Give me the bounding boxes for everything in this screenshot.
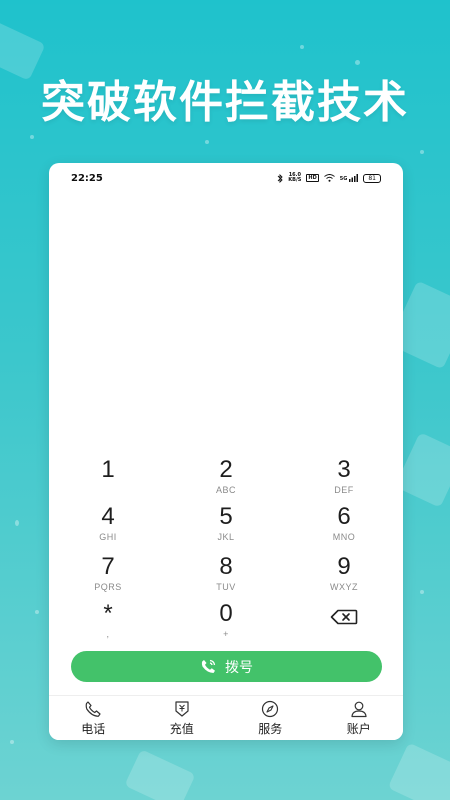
cellular-signal: 5G [340,174,359,182]
bottom-tab-bar: 电话 充值 服务 账户 [49,695,403,740]
dial-keypad: 1 2 ABC 3 DEF 4 GHI 5 JKL 6 MNO 7 PQRS 8… [49,453,403,646]
status-icons: 16.0 KB/S HD 5G 81 [277,173,381,183]
network-speed: 16.0 KB/S [288,172,302,183]
key-8[interactable]: 8 TUV [167,554,285,601]
keypad-row: 4 GHI 5 JKL 6 MNO [49,504,403,554]
key-7[interactable]: 7 PQRS [49,554,167,601]
backspace-icon [330,609,358,625]
tab-service[interactable]: 服务 [226,696,315,740]
key-5[interactable]: 5 JKL [167,504,285,554]
phone-call-icon [201,659,216,673]
keypad-row: 1 2 ABC 3 DEF [49,453,403,504]
dial-button[interactable]: 拨号 [71,651,382,682]
phone-icon [85,700,101,717]
phone-screen: 22:25 16.0 KB/S HD 5G 81 1 2 ABC 3 DEF 4… [49,163,403,740]
key-0[interactable]: 0 + [167,601,285,646]
tab-account[interactable]: 账户 [315,696,404,740]
status-time: 22:25 [71,172,103,184]
recharge-icon [175,700,189,717]
delete-button[interactable] [285,601,403,646]
key-star[interactable]: * , [49,601,167,646]
dial-button-label: 拨号 [225,659,253,676]
status-bar: 22:25 16.0 KB/S HD 5G 81 [49,163,403,193]
signal-bars-icon [349,174,359,182]
key-1[interactable]: 1 [49,455,167,506]
tab-phone[interactable]: 电话 [49,696,138,740]
key-3[interactable]: 3 DEF [285,455,403,506]
tab-recharge[interactable]: 充值 [138,696,227,740]
user-icon [351,701,367,717]
keypad-row: * , 0 + [49,601,403,646]
key-4[interactable]: 4 GHI [49,504,167,554]
key-6[interactable]: 6 MNO [285,504,403,554]
battery-indicator: 81 [363,173,381,183]
bluetooth-icon [277,173,283,183]
hd-badge: HD [306,174,319,182]
key-9[interactable]: 9 WXYZ [285,554,403,601]
wifi-icon [323,174,335,182]
compass-icon [262,700,279,717]
promo-headline: 突破软件拦截技术 [41,77,409,128]
key-2[interactable]: 2 ABC [167,455,285,506]
keypad-row: 7 PQRS 8 TUV 9 WXYZ [49,554,403,601]
